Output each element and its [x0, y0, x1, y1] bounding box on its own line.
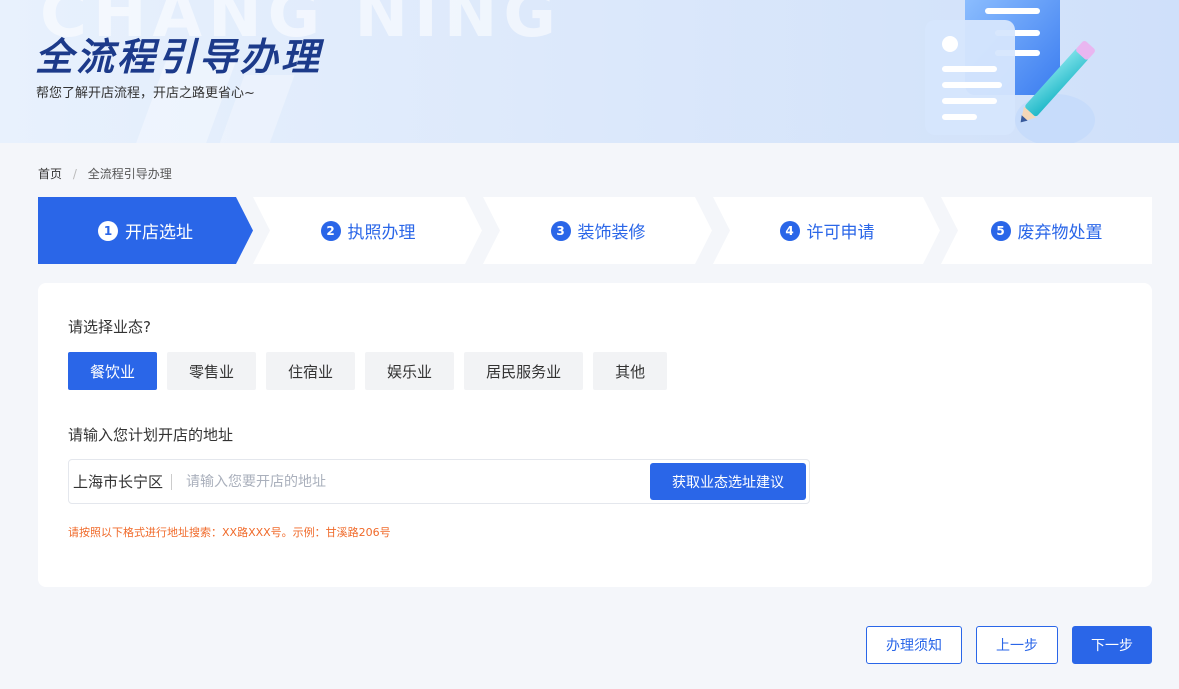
page-subtitle: 帮您了解开店流程，开店之路更省心~	[36, 86, 255, 101]
breadcrumb: 首页 / 全流程引导办理	[38, 165, 172, 182]
business-type-option-other[interactable]: 其他	[593, 352, 668, 390]
step-1-site-selection[interactable]: 1 开店选址	[38, 197, 253, 264]
process-steps: 1 开店选址 2 执照办理 3 装饰装修 4 许可申请 5 废弃物处置	[38, 197, 1152, 264]
step-5-waste-disposal[interactable]: 5 废弃物处置	[941, 197, 1152, 264]
step-label: 开店选址	[125, 223, 193, 243]
business-type-option-resident-services[interactable]: 居民服务业	[464, 352, 584, 390]
address-divider	[171, 473, 173, 490]
address-search-box: 上海市长宁区 获取业态选址建议	[68, 459, 810, 504]
step-number-badge: 2	[320, 220, 341, 241]
step-number-badge: 5	[990, 220, 1011, 241]
step-3-decoration[interactable]: 3 装饰装修	[483, 197, 713, 264]
business-type-option-entertainment[interactable]: 娱乐业	[365, 352, 455, 390]
next-step-button[interactable]: 下一步	[1072, 626, 1152, 664]
notice-button[interactable]: 办理须知	[866, 626, 962, 664]
step-label: 装饰装修	[577, 223, 646, 243]
step-label: 执照办理	[347, 223, 416, 243]
get-site-suggestion-button[interactable]: 获取业态选址建议	[650, 463, 806, 500]
breadcrumb-current: 全流程引导办理	[87, 167, 172, 181]
page-title: 全流程引导办理	[35, 35, 323, 79]
address-format-hint: 请按照以下格式进行地址搜索：XX路XXX号。示例：甘溪路206号	[68, 526, 391, 539]
previous-step-button[interactable]: 上一步	[976, 626, 1058, 664]
step-2-license[interactable]: 2 执照办理	[253, 197, 483, 264]
breadcrumb-home-link[interactable]: 首页	[38, 167, 62, 181]
address-label: 请输入您计划开店的地址	[68, 426, 234, 444]
step-label: 废弃物处置	[1017, 223, 1103, 243]
address-input[interactable]	[186, 473, 650, 490]
business-type-option-lodging[interactable]: 住宿业	[266, 352, 356, 390]
step-number-badge: 4	[779, 220, 800, 241]
business-type-option-retail[interactable]: 零售业	[167, 352, 257, 390]
breadcrumb-separator: /	[72, 167, 77, 181]
business-type-options: 餐饮业 零售业 住宿业 娱乐业 居民服务业 其他	[68, 352, 677, 390]
step-navigation-actions: 办理须知 上一步 下一步	[852, 626, 1152, 664]
step-number-badge: 1	[98, 220, 118, 241]
site-selection-form: 请选择业态? 餐饮业 零售业 住宿业 娱乐业 居民服务业 其他 请输入您计划开店…	[38, 283, 1152, 587]
step-label: 许可申请	[806, 223, 875, 243]
page-banner: CHANG NING 全流程引导办理 帮您了解开店流程，开店之路更省心~	[0, 0, 1179, 143]
business-type-label: 请选择业态?	[68, 318, 151, 336]
address-district-prefix: 上海市长宁区	[73, 473, 164, 491]
document-pencil-illustration	[925, 0, 1095, 143]
step-number-badge: 3	[550, 220, 571, 241]
step-4-permit[interactable]: 4 许可申请	[713, 197, 941, 264]
business-type-option-catering[interactable]: 餐饮业	[68, 352, 158, 390]
